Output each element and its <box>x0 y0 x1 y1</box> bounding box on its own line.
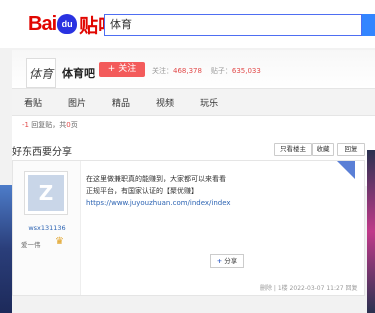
tab-images[interactable]: 图片 <box>68 96 86 109</box>
forum-stats: 关注：468,378 贴子：635,033 <box>152 66 261 76</box>
paw-icon: du <box>57 14 78 34</box>
right-background-image <box>367 150 375 313</box>
follow-button[interactable]: + 关注 <box>99 62 145 77</box>
post-content: 在这里做兼职真的能赚到，大家都可以来看看 正规平台，有国家认证的【聚优赚】 ht… <box>86 173 231 209</box>
user-level: 爱一伟 <box>21 241 41 249</box>
search-input[interactable]: 体育 <box>104 14 362 36</box>
only-op-button[interactable]: 只看楼主 <box>274 143 312 156</box>
corner-badge-icon <box>337 161 355 179</box>
username[interactable]: wsx131136 <box>13 224 81 232</box>
post-line-2: 正规平台，有国家认证的【聚优赚】 <box>86 187 198 195</box>
search-button[interactable] <box>362 14 375 36</box>
tab-posts[interactable]: 看贴 <box>24 96 42 109</box>
tab-featured[interactable]: 精品 <box>112 96 130 109</box>
left-background-image <box>0 185 12 313</box>
user-panel: Z wsx131136 爱一伟 ♛ <box>13 161 81 295</box>
follow-count: 468,378 <box>173 67 202 75</box>
page-suffix: 页 <box>70 121 78 129</box>
crown-icon: ♛ <box>55 236 64 247</box>
forum-name[interactable]: 体育吧 <box>62 65 95 81</box>
forum-tabs: 看贴 图片 精品 视频 玩乐 <box>12 88 375 116</box>
tab-fun[interactable]: 玩乐 <box>200 96 218 109</box>
follow-stat-label: 关注： <box>152 67 173 75</box>
top-bar: Bai du 贴吧 体育 <box>0 0 375 48</box>
post-link[interactable]: https://www.juyouzhuan.com/index/index <box>86 199 231 207</box>
post-floor-1: Z wsx131136 爱一伟 ♛ 在这里做兼职真的能赚到，大家都可以来看看 正… <box>12 160 365 296</box>
avatar: Z <box>28 175 64 211</box>
reply-button[interactable]: 回复 <box>337 143 365 156</box>
thread-title-bar: 好东西要分享 只看楼主 收藏 回复 <box>12 138 375 160</box>
thread-title: 好东西要分享 <box>12 147 72 158</box>
reply-text: 回复贴，共 <box>28 121 67 129</box>
plus-icon: + <box>216 257 223 265</box>
collect-button[interactable]: 收藏 <box>312 143 334 156</box>
forum-avatar[interactable]: 体育 <box>26 58 56 88</box>
post-count: 635,033 <box>231 67 261 75</box>
share-label: 分享 <box>224 257 238 265</box>
post-line-1: 在这里做兼职真的能赚到，大家都可以来看看 <box>86 175 226 183</box>
tab-video[interactable]: 视频 <box>156 96 174 109</box>
share-button[interactable]: + 分享 <box>210 254 244 268</box>
post-stat-label: 贴子： <box>210 67 232 75</box>
avatar-frame[interactable]: Z <box>24 171 68 215</box>
reply-count: -1 <box>22 121 29 129</box>
reply-info: -1 回复贴，共0页 <box>22 120 78 130</box>
logo-bai-text: Bai <box>28 12 57 35</box>
post-footer: 删除 | 1楼 2022-03-07 11:27 回复 <box>260 285 358 292</box>
